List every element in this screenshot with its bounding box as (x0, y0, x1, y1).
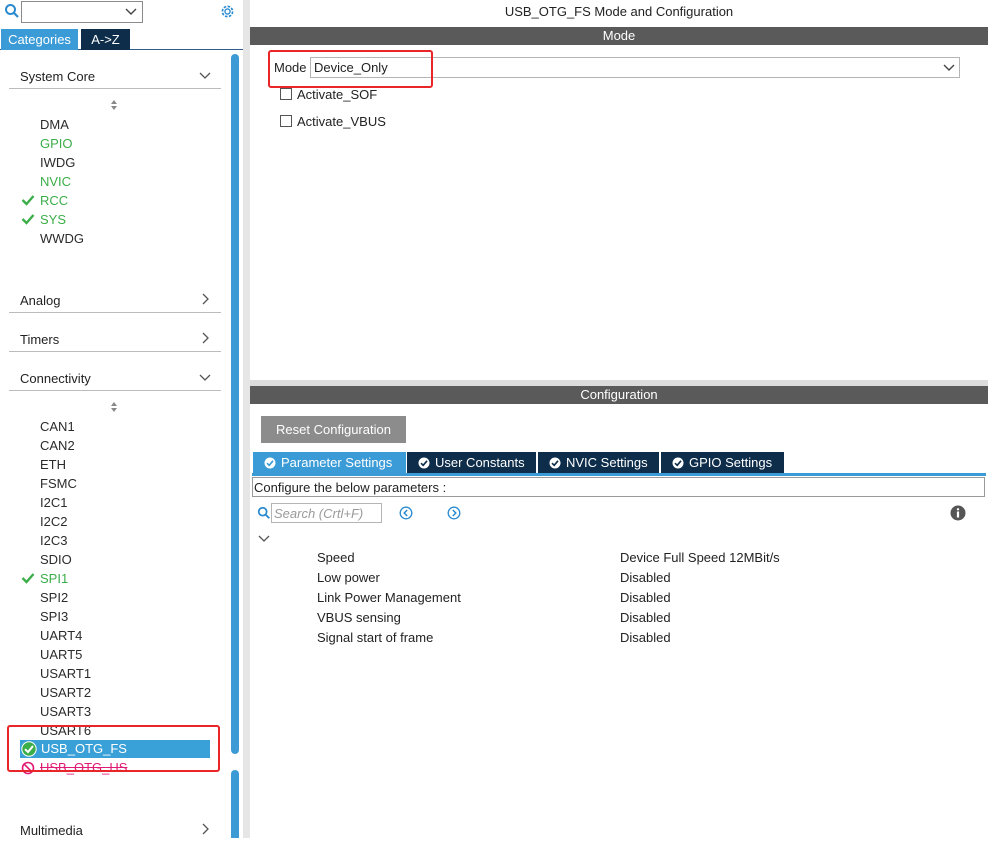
param-name-signal-start-of-frame: Signal start of frame (317, 630, 434, 645)
parameter-search-placeholder: Search (Crtl+F) (274, 506, 364, 521)
chevron-down-icon (199, 72, 211, 79)
check-circle-icon (264, 457, 276, 469)
param-value-link-power-management[interactable]: Disabled (620, 590, 671, 605)
list-item-nvic[interactable]: NVIC (40, 173, 71, 190)
parameter-search-input[interactable]: Search (Crtl+F) (271, 503, 382, 523)
tab-label: User Constants (435, 455, 525, 470)
param-name-speed: Speed (317, 550, 355, 565)
list-item-iwdg[interactable]: IWDG (40, 154, 75, 171)
left-panel (0, 0, 243, 838)
list-item-can2[interactable]: CAN2 (40, 437, 75, 454)
list-item-gpio[interactable]: GPIO (40, 135, 73, 152)
sidebar-scrollbar-thumb-lower[interactable] (231, 770, 239, 838)
list-item-usart3[interactable]: USART3 (40, 703, 91, 720)
page-title: USB_OTG_FS Mode and Configuration (504, 4, 734, 19)
param-value-signal-start-of-frame[interactable]: Disabled (620, 630, 671, 645)
category-system-core[interactable]: System Core (9, 65, 221, 89)
check-circle-icon (672, 457, 684, 469)
panel-splitter[interactable] (243, 0, 250, 838)
list-item-i2c1[interactable]: I2C1 (40, 494, 67, 511)
list-item-sys[interactable]: SYS (40, 211, 66, 228)
list-item-i2c2[interactable]: I2C2 (40, 513, 67, 530)
chevron-down-icon[interactable] (258, 532, 270, 544)
category-multimedia[interactable]: Multimedia (9, 819, 221, 843)
list-item-wwdg[interactable]: WWDG (40, 230, 84, 247)
category-label: System Core (20, 69, 96, 84)
category-connectivity[interactable]: Connectivity (9, 367, 221, 391)
check-icon (21, 573, 35, 584)
category-label: Timers (20, 332, 60, 347)
tab-categories[interactable]: Categories (1, 29, 78, 50)
next-match-icon[interactable] (447, 506, 461, 520)
tab-label: NVIC Settings (566, 455, 648, 470)
chevron-right-icon (202, 332, 209, 344)
list-item-uart4[interactable]: UART4 (40, 627, 82, 644)
sidebar-scrollbar-thumb[interactable] (231, 54, 239, 754)
param-value-low-power[interactable]: Disabled (620, 570, 671, 585)
list-item-spi1[interactable]: SPI1 (40, 570, 68, 587)
configuration-section-header: Configuration (250, 386, 988, 404)
chevron-right-icon (202, 293, 209, 305)
configure-hint-box: Configure the below parameters : (252, 477, 985, 497)
tab-nvic-settings[interactable]: NVIC Settings (538, 452, 659, 473)
configure-hint-text: Configure the below parameters : (254, 480, 447, 495)
param-name-vbus-sensing: VBUS sensing (317, 610, 401, 625)
highlight-box (268, 50, 433, 88)
list-item-sdio[interactable]: SDIO (40, 551, 72, 568)
tab-label: GPIO Settings (689, 455, 773, 470)
highlight-box (7, 725, 220, 772)
gear-icon[interactable] (219, 3, 236, 20)
check-circle-icon (549, 457, 561, 469)
list-item-uart5[interactable]: UART5 (40, 646, 82, 663)
list-item-spi3[interactable]: SPI3 (40, 608, 68, 625)
tab-gpio-settings[interactable]: GPIO Settings (661, 452, 784, 473)
param-value-vbus-sensing[interactable]: Disabled (620, 610, 671, 625)
list-item-fsmc[interactable]: FSMC (40, 475, 77, 492)
peripheral-search-combo[interactable] (21, 1, 143, 23)
param-name-low-power: Low power (317, 570, 380, 585)
check-circle-icon (418, 457, 430, 469)
activate-vbus-checkbox[interactable] (280, 115, 292, 127)
tab-label: Parameter Settings (281, 455, 393, 470)
list-item-eth[interactable]: ETH (40, 456, 66, 473)
info-icon[interactable] (950, 505, 966, 521)
check-icon (21, 214, 35, 225)
list-item-usart1[interactable]: USART1 (40, 665, 91, 682)
category-label: Analog (20, 293, 61, 308)
category-label: Connectivity (20, 371, 91, 386)
list-item-usart2[interactable]: USART2 (40, 684, 91, 701)
activate-sof-checkbox[interactable] (280, 88, 292, 100)
category-timers[interactable]: Timers (9, 328, 221, 352)
sort-arrows-icon[interactable] (108, 99, 120, 111)
tab-a-to-z[interactable]: A->Z (81, 29, 130, 50)
check-icon (21, 195, 35, 206)
chevron-down-icon (943, 64, 955, 71)
sort-arrows-icon[interactable] (108, 401, 120, 413)
chevron-down-icon (125, 8, 137, 15)
sidebar-tabbar: Categories A->Z (0, 29, 243, 50)
list-item-dma[interactable]: DMA (40, 116, 69, 133)
reset-configuration-button[interactable]: Reset Configuration (261, 416, 406, 443)
param-name-link-power-management: Link Power Management (317, 590, 461, 605)
tab-user-constants[interactable]: User Constants (407, 452, 536, 473)
activate-vbus-label: Activate_VBUS (297, 114, 386, 129)
search-icon (5, 4, 19, 18)
chevron-down-icon (199, 374, 211, 381)
list-item-can1[interactable]: CAN1 (40, 418, 75, 435)
tab-underline (252, 473, 986, 476)
previous-match-icon[interactable] (399, 506, 413, 520)
list-item-spi2[interactable]: SPI2 (40, 589, 68, 606)
activate-sof-label: Activate_SOF (297, 87, 378, 102)
param-value-speed[interactable]: Device Full Speed 12MBit/s (620, 550, 780, 565)
tab-parameter-settings[interactable]: Parameter Settings (253, 452, 406, 473)
chevron-right-icon (202, 823, 209, 835)
category-analog[interactable]: Analog (9, 289, 221, 313)
list-item-rcc[interactable]: RCC (40, 192, 68, 209)
category-label: Multimedia (20, 823, 83, 838)
search-icon (257, 506, 270, 519)
list-item-i2c3[interactable]: I2C3 (40, 532, 67, 549)
mode-section-header: Mode (250, 27, 988, 45)
